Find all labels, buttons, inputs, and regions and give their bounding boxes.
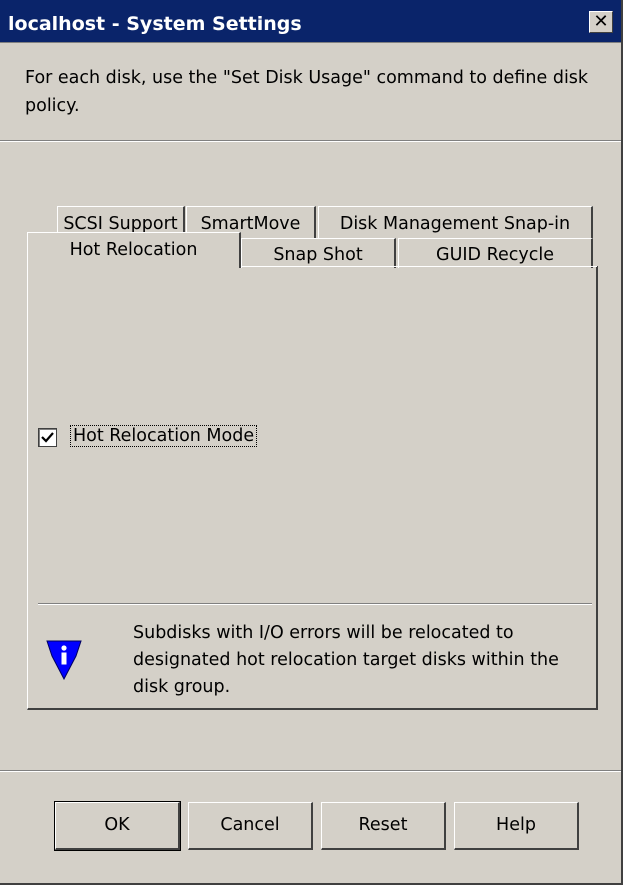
tab-guid-recycle[interactable]: GUID Recycle bbox=[398, 238, 593, 268]
info-separator bbox=[38, 603, 592, 605]
hot-relocation-mode-label[interactable]: Hot Relocation Mode bbox=[70, 425, 258, 447]
title-bar[interactable]: localhost - System Settings ✕ bbox=[0, 0, 621, 43]
ok-button[interactable]: OK bbox=[54, 801, 181, 851]
reset-button[interactable]: Reset bbox=[321, 802, 446, 850]
tab-label: Snap Shot bbox=[273, 245, 363, 265]
cancel-button[interactable]: Cancel bbox=[188, 802, 313, 850]
tab-snap-shot[interactable]: Snap Shot bbox=[241, 238, 396, 268]
close-button[interactable]: ✕ bbox=[589, 11, 613, 33]
info-shield-icon bbox=[46, 640, 82, 680]
system-settings-dialog: localhost - System Settings ✕ For each d… bbox=[0, 0, 623, 885]
info-text: Subdisks with I/O errors will be relocat… bbox=[133, 623, 559, 697]
separator bbox=[0, 770, 621, 772]
checkmark-icon bbox=[41, 432, 54, 443]
help-button[interactable]: Help bbox=[454, 802, 579, 850]
tab-panel-top-edge bbox=[239, 266, 597, 267]
close-icon: ✕ bbox=[593, 11, 609, 32]
hot-relocation-mode-checkbox[interactable] bbox=[38, 428, 57, 447]
tab-label: Disk Management Snap-in bbox=[339, 214, 571, 234]
tab-hot-relocation[interactable]: Hot Relocation bbox=[27, 232, 241, 268]
separator bbox=[0, 140, 621, 142]
window-title: localhost - System Settings bbox=[8, 13, 302, 35]
tab-disk-management-snap-in[interactable]: Disk Management Snap-in bbox=[318, 206, 593, 240]
tab-label: Hot Relocation bbox=[69, 240, 198, 260]
instructions-text: For each disk, use the "Set Disk Usage" … bbox=[25, 68, 589, 116]
tab-label: GUID Recycle bbox=[436, 245, 554, 265]
